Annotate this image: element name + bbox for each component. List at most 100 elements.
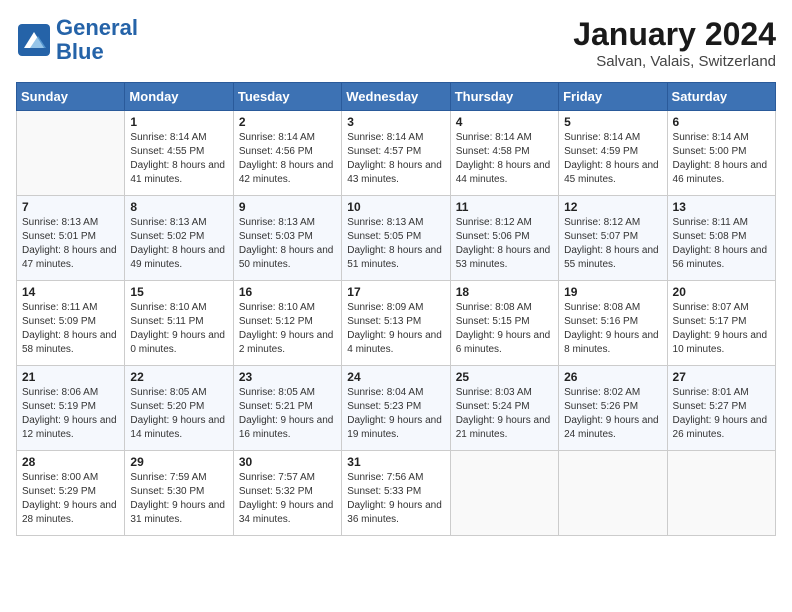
day-number: 26 [564, 370, 661, 384]
week-row-5: 28 Sunrise: 8:00 AMSunset: 5:29 PMDayligh… [17, 451, 776, 536]
day-number: 3 [347, 115, 444, 129]
day-cell: 2 Sunrise: 8:14 AMSunset: 4:56 PMDaylight… [233, 111, 341, 196]
day-cell: 17 Sunrise: 8:09 AMSunset: 5:13 PMDayligh… [342, 281, 450, 366]
day-number: 12 [564, 200, 661, 214]
day-number: 16 [239, 285, 336, 299]
day-number: 17 [347, 285, 444, 299]
day-number: 14 [22, 285, 119, 299]
day-number: 13 [673, 200, 770, 214]
day-number: 20 [673, 285, 770, 299]
day-cell: 25 Sunrise: 8:03 AMSunset: 5:24 PMDayligh… [450, 366, 558, 451]
weekday-header-thursday: Thursday [450, 83, 558, 111]
day-info: Sunrise: 8:02 AMSunset: 5:26 PMDaylight:… [564, 386, 661, 442]
day-number: 1 [130, 115, 227, 129]
day-cell: 29 Sunrise: 7:59 AMSunset: 5:30 PMDayligh… [125, 451, 233, 536]
day-cell: 20 Sunrise: 8:07 AMSunset: 5:17 PMDayligh… [667, 281, 775, 366]
day-number: 2 [239, 115, 336, 129]
day-number: 30 [239, 455, 336, 469]
weekday-header-tuesday: Tuesday [233, 83, 341, 111]
day-info: Sunrise: 8:13 AMSunset: 5:02 PMDaylight:… [130, 216, 227, 272]
day-number: 25 [456, 370, 553, 384]
day-info: Sunrise: 8:12 AMSunset: 5:07 PMDaylight:… [564, 216, 661, 272]
day-number: 22 [130, 370, 227, 384]
day-number: 23 [239, 370, 336, 384]
day-cell: 15 Sunrise: 8:10 AMSunset: 5:11 PMDayligh… [125, 281, 233, 366]
day-cell: 27 Sunrise: 8:01 AMSunset: 5:27 PMDayligh… [667, 366, 775, 451]
day-info: Sunrise: 8:09 AMSunset: 5:13 PMDaylight:… [347, 301, 444, 357]
day-number: 8 [130, 200, 227, 214]
day-info: Sunrise: 7:59 AMSunset: 5:30 PMDaylight:… [130, 471, 227, 527]
day-info: Sunrise: 8:05 AMSunset: 5:20 PMDaylight:… [130, 386, 227, 442]
week-row-2: 7 Sunrise: 8:13 AMSunset: 5:01 PMDaylight… [17, 196, 776, 281]
day-cell: 26 Sunrise: 8:02 AMSunset: 5:26 PMDayligh… [559, 366, 667, 451]
day-cell: 3 Sunrise: 8:14 AMSunset: 4:57 PMDaylight… [342, 111, 450, 196]
day-cell: 11 Sunrise: 8:12 AMSunset: 5:06 PMDayligh… [450, 196, 558, 281]
day-number: 27 [673, 370, 770, 384]
week-row-4: 21 Sunrise: 8:06 AMSunset: 5:19 PMDayligh… [17, 366, 776, 451]
day-info: Sunrise: 8:10 AMSunset: 5:11 PMDaylight:… [130, 301, 227, 357]
day-info: Sunrise: 8:14 AMSunset: 4:59 PMDaylight:… [564, 131, 661, 187]
day-number: 7 [22, 200, 119, 214]
day-info: Sunrise: 8:13 AMSunset: 5:05 PMDaylight:… [347, 216, 444, 272]
day-cell: 30 Sunrise: 7:57 AMSunset: 5:32 PMDayligh… [233, 451, 341, 536]
day-info: Sunrise: 8:14 AMSunset: 4:55 PMDaylight:… [130, 131, 227, 187]
day-cell: 6 Sunrise: 8:14 AMSunset: 5:00 PMDaylight… [667, 111, 775, 196]
day-info: Sunrise: 8:12 AMSunset: 5:06 PMDaylight:… [456, 216, 553, 272]
day-cell: 7 Sunrise: 8:13 AMSunset: 5:01 PMDaylight… [17, 196, 125, 281]
day-info: Sunrise: 7:57 AMSunset: 5:32 PMDaylight:… [239, 471, 336, 527]
logo-icon [16, 22, 52, 58]
logo: General Blue [16, 16, 138, 64]
day-info: Sunrise: 8:14 AMSunset: 4:56 PMDaylight:… [239, 131, 336, 187]
calendar-table: SundayMondayTuesdayWednesdayThursdayFrid… [16, 82, 776, 536]
weekday-header-row: SundayMondayTuesdayWednesdayThursdayFrid… [17, 83, 776, 111]
day-number: 28 [22, 455, 119, 469]
weekday-header-friday: Friday [559, 83, 667, 111]
day-info: Sunrise: 8:01 AMSunset: 5:27 PMDaylight:… [673, 386, 770, 442]
day-cell: 12 Sunrise: 8:12 AMSunset: 5:07 PMDayligh… [559, 196, 667, 281]
day-cell: 14 Sunrise: 8:11 AMSunset: 5:09 PMDayligh… [17, 281, 125, 366]
page-header: General Blue January 2024 Salvan, Valais… [16, 16, 776, 70]
weekday-header-wednesday: Wednesday [342, 83, 450, 111]
logo-text: General Blue [56, 16, 138, 64]
day-cell: 16Sunrise: 8:10 AMSunset: 5:12 PMDayligh… [233, 281, 341, 366]
day-info: Sunrise: 8:06 AMSunset: 5:19 PMDaylight:… [22, 386, 119, 442]
day-number: 11 [456, 200, 553, 214]
day-cell: 22 Sunrise: 8:05 AMSunset: 5:20 PMDayligh… [125, 366, 233, 451]
day-number: 6 [673, 115, 770, 129]
day-number: 15 [130, 285, 227, 299]
day-info: Sunrise: 8:08 AMSunset: 5:15 PMDaylight:… [456, 301, 553, 357]
week-row-3: 14 Sunrise: 8:11 AMSunset: 5:09 PMDayligh… [17, 281, 776, 366]
day-number: 21 [22, 370, 119, 384]
day-info: Sunrise: 8:11 AMSunset: 5:09 PMDaylight:… [22, 301, 119, 357]
day-number: 4 [456, 115, 553, 129]
day-number: 29 [130, 455, 227, 469]
day-info: Sunrise: 8:08 AMSunset: 5:16 PMDaylight:… [564, 301, 661, 357]
day-number: 19 [564, 285, 661, 299]
day-info: Sunrise: 8:13 AMSunset: 5:01 PMDaylight:… [22, 216, 119, 272]
week-row-1: 1 Sunrise: 8:14 AMSunset: 4:55 PMDaylight… [17, 111, 776, 196]
day-info: Sunrise: 8:14 AMSunset: 5:00 PMDaylight:… [673, 131, 770, 187]
day-number: 24 [347, 370, 444, 384]
day-cell: 10Sunrise: 8:13 AMSunset: 5:05 PMDayligh… [342, 196, 450, 281]
day-info: Sunrise: 8:14 AMSunset: 4:57 PMDaylight:… [347, 131, 444, 187]
day-cell: 4 Sunrise: 8:14 AMSunset: 4:58 PMDaylight… [450, 111, 558, 196]
day-number: 18 [456, 285, 553, 299]
weekday-header-saturday: Saturday [667, 83, 775, 111]
day-info: Sunrise: 8:13 AMSunset: 5:03 PMDaylight:… [239, 216, 336, 272]
day-cell [450, 451, 558, 536]
day-cell: 1 Sunrise: 8:14 AMSunset: 4:55 PMDaylight… [125, 111, 233, 196]
day-info: Sunrise: 8:05 AMSunset: 5:21 PMDaylight:… [239, 386, 336, 442]
day-info: Sunrise: 8:04 AMSunset: 5:23 PMDaylight:… [347, 386, 444, 442]
day-number: 31 [347, 455, 444, 469]
day-info: Sunrise: 8:07 AMSunset: 5:17 PMDaylight:… [673, 301, 770, 357]
day-cell: 13Sunrise: 8:11 AMSunset: 5:08 PMDayligh… [667, 196, 775, 281]
weekday-header-sunday: Sunday [17, 83, 125, 111]
day-cell [17, 111, 125, 196]
day-info: Sunrise: 8:03 AMSunset: 5:24 PMDaylight:… [456, 386, 553, 442]
day-cell: 24 Sunrise: 8:04 AMSunset: 5:23 PMDayligh… [342, 366, 450, 451]
month-title: January 2024 [573, 16, 776, 53]
day-info: Sunrise: 8:00 AMSunset: 5:29 PMDaylight:… [22, 471, 119, 527]
day-cell [667, 451, 775, 536]
day-number: 9 [239, 200, 336, 214]
day-info: Sunrise: 8:14 AMSunset: 4:58 PMDaylight:… [456, 131, 553, 187]
